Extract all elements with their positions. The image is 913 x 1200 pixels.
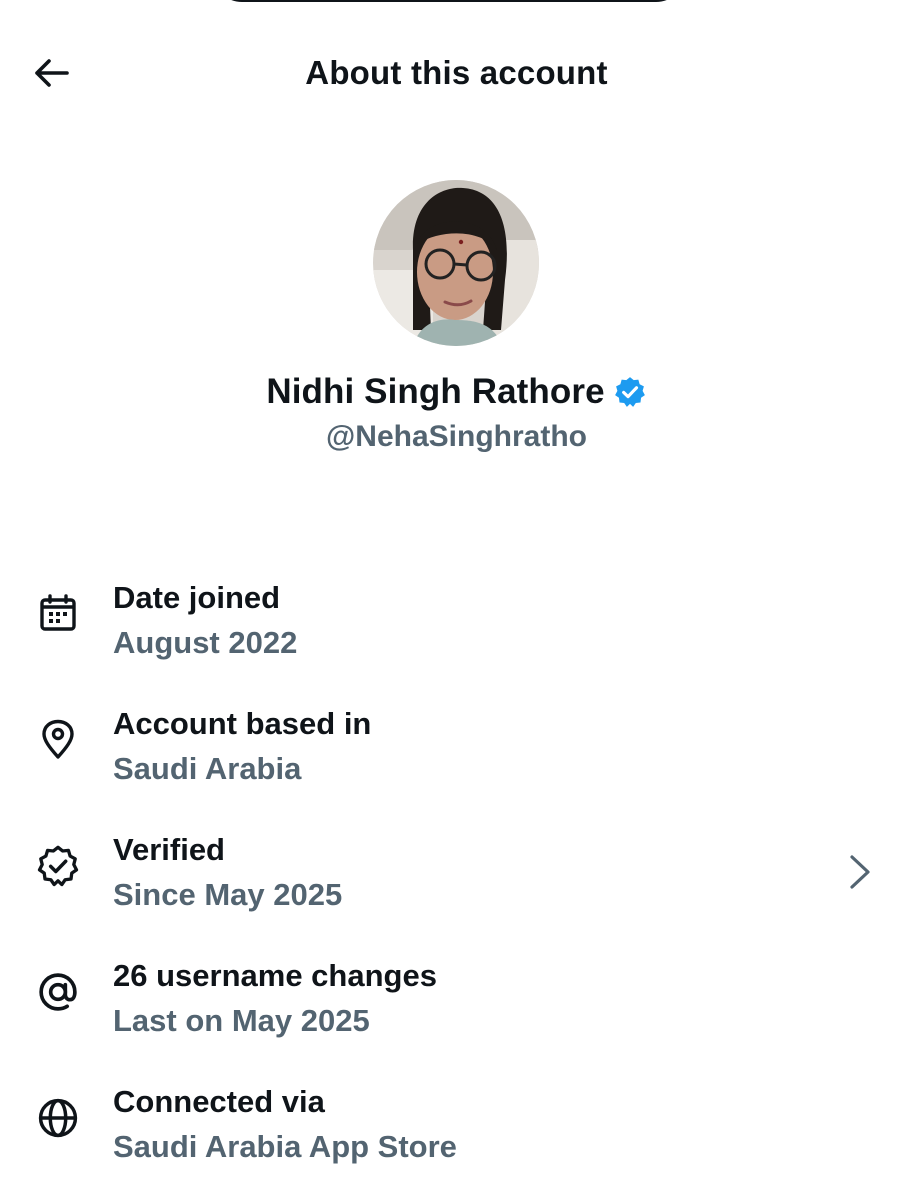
device-notch [212, 0, 686, 2]
detail-label: Verified [113, 832, 225, 867]
calendar-icon [34, 590, 82, 638]
verified-badge-icon [614, 377, 645, 407]
detail-verified[interactable]: Verified Since May 2025 [0, 830, 913, 930]
detail-value: Saudi Arabia App Store [113, 1129, 457, 1164]
detail-connected-via: Connected via Saudi Arabia App Store [0, 1082, 913, 1182]
detail-label: 26 username changes [113, 958, 437, 993]
detail-text: 26 username changes Last on May 2025 [113, 956, 437, 1041]
display-name: Nidhi Singh Rathore [266, 372, 605, 411]
detail-value: Saudi Arabia [113, 751, 302, 786]
detail-username-changes: 26 username changes Last on May 2025 [0, 956, 913, 1056]
detail-label: Date joined [113, 580, 281, 615]
detail-text: Account based in Saudi Arabia [113, 704, 371, 789]
location-pin-icon [34, 716, 82, 764]
profile-photo [373, 180, 539, 346]
detail-date-joined: Date joined August 2022 [0, 578, 913, 678]
globe-icon [34, 1094, 82, 1142]
detail-text: Date joined August 2022 [113, 578, 297, 663]
display-name-row: Nidhi Singh Rathore [0, 372, 913, 412]
top-bar: About this account [0, 40, 913, 106]
detail-label: Connected via [113, 1084, 325, 1119]
verified-outline-icon [34, 842, 82, 890]
detail-value: August 2022 [113, 625, 298, 660]
avatar[interactable] [373, 180, 539, 346]
detail-text: Connected via Saudi Arabia App Store [113, 1082, 457, 1167]
detail-account-based-in: Account based in Saudi Arabia [0, 704, 913, 804]
at-sign-icon [34, 968, 82, 1016]
detail-value: Last on May 2025 [113, 1003, 370, 1038]
chevron-right-icon[interactable] [845, 852, 875, 892]
username-handle: @NehaSinghratho [326, 420, 587, 453]
detail-label: Account based in [113, 706, 372, 741]
detail-value: Since May 2025 [113, 877, 343, 912]
page-title: About this account [305, 54, 608, 91]
detail-text: Verified Since May 2025 [113, 830, 342, 915]
